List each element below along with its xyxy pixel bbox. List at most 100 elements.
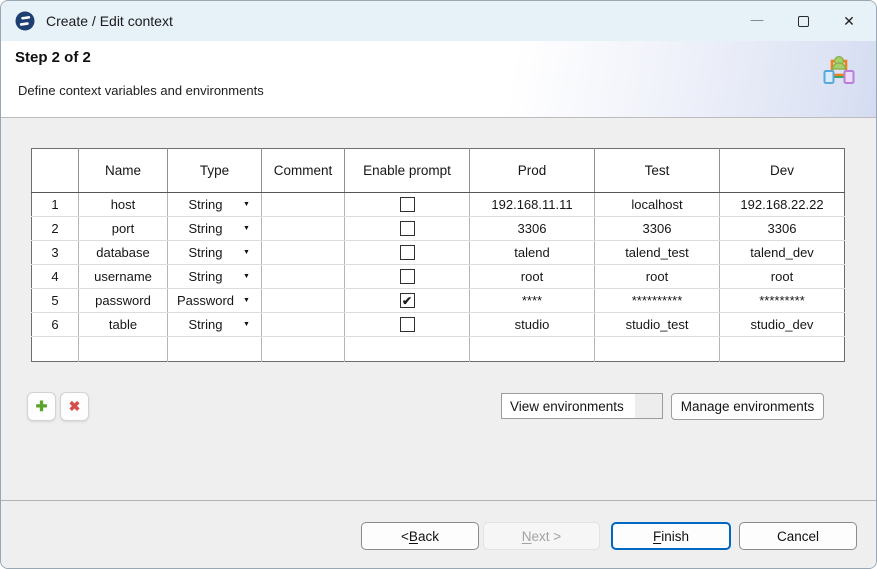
dropdown-arrow-icon[interactable]: ▼ [243,201,261,208]
test-cell[interactable] [595,337,720,362]
context-table-body: 1hostString▼192.168.11.11localhost192.16… [32,193,845,362]
enable-prompt-cell[interactable] [345,337,470,362]
contexts-icon [821,52,857,88]
dropdown-arrow-icon[interactable]: ▼ [243,321,261,328]
dev-cell[interactable]: ********* [720,289,845,313]
cancel-button[interactable]: Cancel [739,522,857,550]
type-cell[interactable]: String▼ [168,217,262,241]
dropdown-arrow-icon[interactable]: ▼ [243,225,261,232]
comment-cell[interactable] [262,217,345,241]
test-cell[interactable]: 3306 [595,217,720,241]
type-cell[interactable]: String▼ [168,265,262,289]
prod-cell[interactable]: **** [470,289,595,313]
dev-cell[interactable]: 3306 [720,217,845,241]
dev-cell[interactable]: 192.168.22.22 [720,193,845,217]
type-cell[interactable]: String▼ [168,241,262,265]
test-cell[interactable]: ********** [595,289,720,313]
close-button[interactable]: ✕ [826,1,872,41]
enable-prompt-checkbox[interactable] [400,197,415,212]
prod-cell[interactable]: 3306 [470,217,595,241]
row-number-cell[interactable]: 3 [32,241,79,265]
enable-prompt-checkbox[interactable] [400,269,415,284]
type-value: String [168,197,243,212]
name-cell[interactable]: username [79,265,168,289]
column-header-enable-prompt: Enable prompt [345,149,470,193]
enable-prompt-checkbox[interactable]: ✔ [400,293,415,308]
enable-prompt-checkbox[interactable] [400,245,415,260]
prod-cell[interactable]: studio [470,313,595,337]
name-cell[interactable]: database [79,241,168,265]
row-number-cell[interactable]: 5 [32,289,79,313]
type-cell[interactable] [168,337,262,362]
row-number-cell[interactable]: 1 [32,193,79,217]
enable-prompt-cell[interactable] [345,241,470,265]
enable-prompt-cell[interactable] [345,217,470,241]
row-number-cell[interactable] [32,337,79,362]
combo-dropdown-area[interactable] [635,394,662,418]
name-cell[interactable]: port [79,217,168,241]
dev-cell[interactable] [720,337,845,362]
row-number-cell[interactable]: 2 [32,217,79,241]
test-cell[interactable]: root [595,265,720,289]
prod-cell[interactable]: talend [470,241,595,265]
finish-button[interactable]: Finish [611,522,731,550]
enable-prompt-cell[interactable]: ✔ [345,289,470,313]
column-header-comment: Comment [262,149,345,193]
manage-environments-label: Manage environments [681,399,815,414]
test-cell[interactable]: studio_test [595,313,720,337]
prod-cell[interactable]: 192.168.11.11 [470,193,595,217]
column-header-dev: Dev [720,149,845,193]
dropdown-arrow-icon[interactable]: ▼ [243,297,261,304]
column-header-test: Test [595,149,720,193]
row-number-cell[interactable]: 6 [32,313,79,337]
row-number-cell[interactable]: 4 [32,265,79,289]
name-cell[interactable]: password [79,289,168,313]
comment-cell[interactable] [262,193,345,217]
back-button[interactable]: < Back [361,522,479,550]
dev-cell[interactable]: root [720,265,845,289]
enable-prompt-cell[interactable] [345,193,470,217]
name-cell[interactable] [79,337,168,362]
comment-cell[interactable] [262,241,345,265]
name-cell[interactable]: table [79,313,168,337]
minimize-icon: — [751,12,764,27]
type-cell[interactable]: String▼ [168,313,262,337]
comment-cell[interactable] [262,265,345,289]
type-value: String [168,245,243,260]
enable-prompt-cell[interactable] [345,313,470,337]
column-header-prod: Prod [470,149,595,193]
minimize-button[interactable]: — [734,1,780,41]
test-cell[interactable]: talend_test [595,241,720,265]
next-button[interactable]: Next > [483,522,600,550]
dev-cell[interactable]: talend_dev [720,241,845,265]
title-bar: Create / Edit context — ✕ [1,1,876,41]
remove-variable-button[interactable]: ✖ [60,392,89,421]
manage-environments-button[interactable]: Manage environments [671,393,824,420]
comment-cell[interactable] [262,313,345,337]
test-cell[interactable]: localhost [595,193,720,217]
footer-separator [1,500,876,501]
remove-icon: ✖ [69,398,81,415]
enable-prompt-checkbox[interactable] [400,221,415,236]
type-cell[interactable]: String▼ [168,193,262,217]
table-header: Name Type Comment Enable prompt Prod Tes… [32,149,845,193]
add-variable-button[interactable]: ✚ [27,392,56,421]
table-row: 3databaseString▼ talendtalend_testtalend_… [32,241,845,265]
type-cell[interactable]: Password▼ [168,289,262,313]
create-edit-context-dialog: Create / Edit context — ✕ Step 2 of 2 De… [0,0,877,569]
dropdown-arrow-icon[interactable]: ▼ [243,249,261,256]
type-value: String [168,317,243,332]
prod-cell[interactable]: root [470,265,595,289]
enable-prompt-cell[interactable] [345,265,470,289]
close-icon: ✕ [843,13,855,30]
dropdown-arrow-icon[interactable]: ▼ [243,273,261,280]
dev-cell[interactable]: studio_dev [720,313,845,337]
table-row [32,337,845,362]
enable-prompt-checkbox[interactable] [400,317,415,332]
prod-cell[interactable] [470,337,595,362]
view-environments-combo[interactable]: View environments [501,393,663,419]
comment-cell[interactable] [262,289,345,313]
name-cell[interactable]: host [79,193,168,217]
comment-cell[interactable] [262,337,345,362]
maximize-button[interactable] [780,1,826,41]
